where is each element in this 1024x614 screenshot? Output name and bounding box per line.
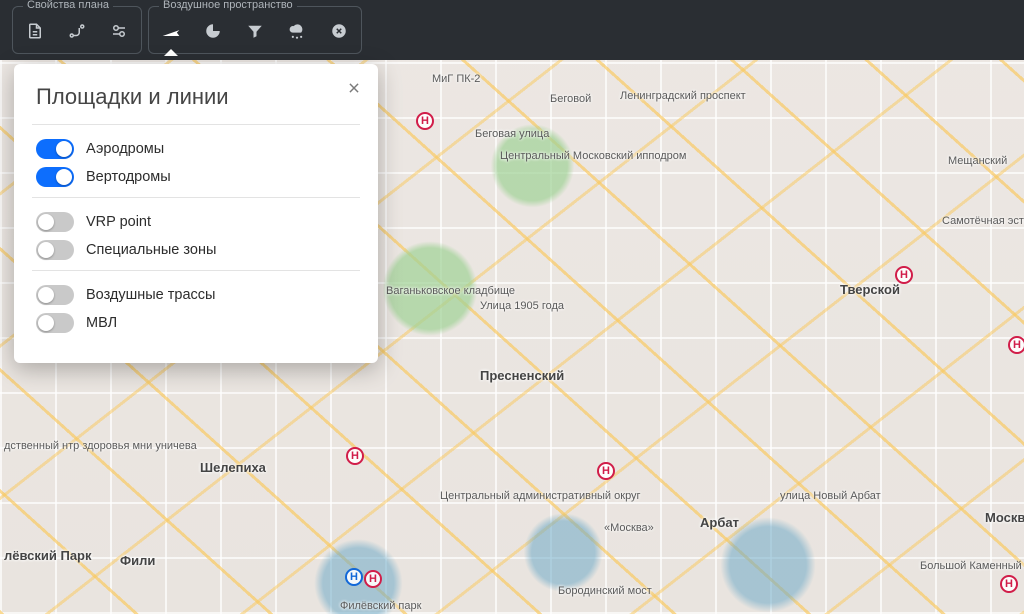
toggle-row-special_zones: Специальные зоны <box>36 240 356 260</box>
top-toolbar: Свойства плана Воздушное пространство <box>0 0 1024 60</box>
areas-and-lines-panel: Площадки и линии Аэродромы Вертодромы VRP … <box>14 64 378 363</box>
toolbar-group-airspace: Воздушное пространство <box>148 6 362 54</box>
helipad-marker[interactable] <box>597 462 615 480</box>
toggle-row-helipads: Вертодромы <box>36 167 356 187</box>
toolbar-group-airspace-label: Воздушное пространство <box>159 0 297 11</box>
toggle-vrp_point[interactable] <box>36 212 74 232</box>
airspace-pie-icon[interactable] <box>199 17 227 45</box>
toggle-label: Вертодромы <box>86 169 171 185</box>
toggle-label: Воздушные трассы <box>86 287 215 303</box>
airspace-areas-icon[interactable] <box>157 17 185 45</box>
toggle-label: VRP point <box>86 214 151 230</box>
toggle-special_zones[interactable] <box>36 240 74 260</box>
helipad-marker[interactable] <box>364 570 382 588</box>
airspace-filter-icon[interactable] <box>241 17 269 45</box>
panel-title: Площадки и линии <box>36 84 356 110</box>
toggle-mvl[interactable] <box>36 313 74 333</box>
toggle-aerodromes[interactable] <box>36 139 74 159</box>
plan-route-icon[interactable] <box>63 17 91 45</box>
toggle-row-vrp_point: VRP point <box>36 212 356 232</box>
divider <box>32 124 360 125</box>
plan-document-icon[interactable] <box>21 17 49 45</box>
helipad-marker[interactable] <box>416 112 434 130</box>
toggle-label: Аэродромы <box>86 141 164 157</box>
divider <box>32 197 360 198</box>
toolbar-group-plan-label: Свойства плана <box>23 0 113 11</box>
toggle-label: Специальные зоны <box>86 242 216 258</box>
close-icon[interactable] <box>342 76 366 100</box>
toggle-row-aerodromes: Аэродромы <box>36 139 356 159</box>
toggle-airways[interactable] <box>36 285 74 305</box>
toolbar-group-plan: Свойства плана <box>12 6 142 54</box>
helipad-marker[interactable] <box>1000 575 1018 593</box>
helipad-marker[interactable] <box>346 447 364 465</box>
helipad-marker[interactable] <box>345 568 363 586</box>
airspace-weather-icon[interactable] <box>283 17 311 45</box>
toggle-row-mvl: МВЛ <box>36 313 356 333</box>
plan-settings-icon[interactable] <box>105 17 133 45</box>
toggle-row-airways: Воздушные трассы <box>36 285 356 305</box>
helipad-marker[interactable] <box>1008 336 1024 354</box>
helipad-marker[interactable] <box>895 266 913 284</box>
toggle-label: МВЛ <box>86 315 117 331</box>
divider <box>32 270 360 271</box>
airspace-clear-icon[interactable] <box>325 17 353 45</box>
toggle-helipads[interactable] <box>36 167 74 187</box>
